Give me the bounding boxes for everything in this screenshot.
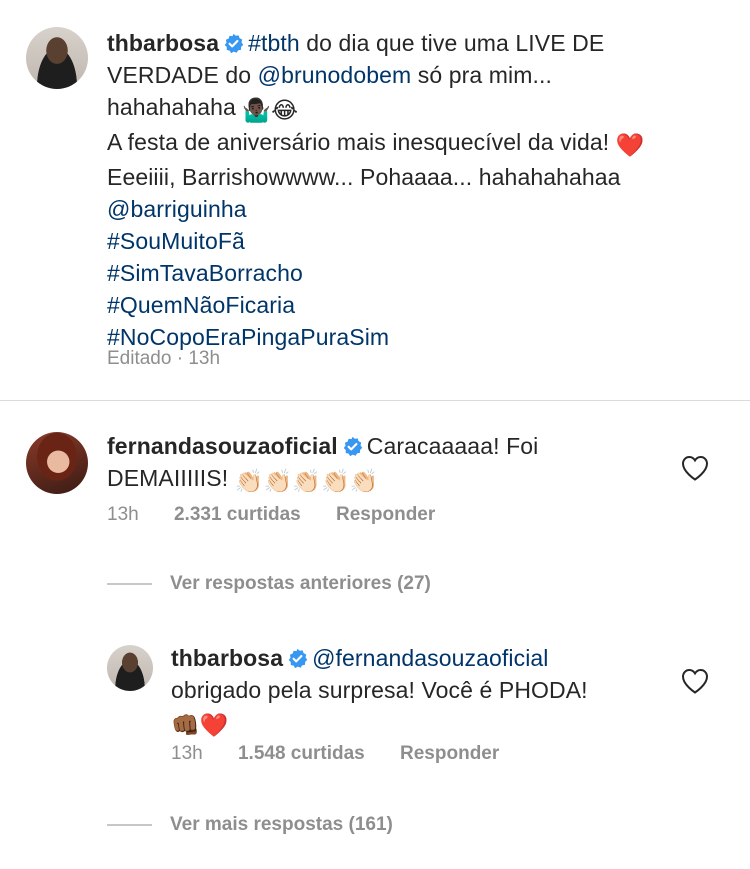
comment-text: DEMAIIIIIS! xyxy=(107,465,229,491)
reply-like-heart-icon[interactable] xyxy=(681,668,709,694)
clapping-hands-emoji: 👏🏻👏🏻👏🏻👏🏻👏🏻 xyxy=(234,468,379,494)
more-replies-divider-line xyxy=(107,824,152,826)
replies-divider-line xyxy=(107,583,152,585)
view-more-replies-button[interactable]: Ver mais respostas (161) xyxy=(170,814,393,836)
reply-reply-button[interactable]: Responder xyxy=(400,743,499,764)
comment-meta: 13h 2.331 curtidas Responder xyxy=(107,504,465,526)
red-heart-emoji: ❤️ xyxy=(615,132,645,158)
reply-author-avatar[interactable] xyxy=(107,645,153,691)
caption-text: Eeeiiii, Barrishowwww... Pohaaaa... haha… xyxy=(107,164,621,190)
verified-badge-icon xyxy=(288,648,308,669)
comment-author-avatar[interactable] xyxy=(26,432,88,494)
comment-body: fernandasouzaoficial Caracaaaaa! Foi DEMA… xyxy=(107,430,667,497)
caption-text: VERDADE do xyxy=(107,62,258,88)
reply-likes[interactable]: 1.548 curtidas xyxy=(238,743,365,764)
reply-time: 13h xyxy=(171,743,203,764)
caption-text: A festa de aniversário mais inesquecível… xyxy=(107,129,610,155)
hashtag-quemnaoficaria[interactable]: #QuemNãoFicaria xyxy=(107,292,295,318)
caption-line-5: Eeeiiii, Barrishowwww... Pohaaaa... haha… xyxy=(107,161,727,193)
hashtag-nocopoerapingapurasim[interactable]: #NoCopoEraPingaPuraSim xyxy=(107,324,389,350)
post-username[interactable]: thbarbosa xyxy=(107,30,219,56)
reply-body: thbarbosa @fernandasouzaoficial obrigado … xyxy=(171,642,671,741)
hashtag-simtavaborracho[interactable]: #SimTavaBorracho xyxy=(107,260,303,286)
verified-badge-icon xyxy=(343,436,362,457)
mention-brunodobem[interactable]: @brunodobem xyxy=(258,62,412,88)
caption-divider xyxy=(0,400,750,401)
caption-text: do dia que tive uma LIVE DE xyxy=(299,30,605,56)
reply-meta: 13h 1.548 curtidas Responder xyxy=(171,743,529,765)
comment-username[interactable]: fernandasouzaoficial xyxy=(107,433,338,459)
caption-text: hahahahaha xyxy=(107,94,236,120)
reply-username[interactable]: thbarbosa xyxy=(171,645,283,671)
hashtag-tbth[interactable]: #tbth xyxy=(248,30,300,56)
post-author-avatar[interactable] xyxy=(26,27,88,89)
caption-line-2: VERDADE do @brunodobem só pra mim... xyxy=(107,59,727,91)
caption-text: só pra mim... xyxy=(411,62,552,88)
post-edited-label: Editado · 13h xyxy=(107,348,221,369)
fist-heart-emoji: 👊🏾❤️ xyxy=(171,712,229,738)
post-caption: thbarbosa #tbth do dia que tive uma LIVE … xyxy=(107,27,727,353)
comment-likes[interactable]: 2.331 curtidas xyxy=(174,504,301,525)
caption-line-4: A festa de aniversário mais inesquecível… xyxy=(107,126,727,161)
verified-badge-icon xyxy=(224,33,244,54)
shrug-laugh-emoji: 🤷🏿‍♂️😂 xyxy=(242,97,299,123)
reply-button[interactable]: Responder xyxy=(336,504,435,525)
caption-line-1: thbarbosa #tbth do dia que tive uma LIVE … xyxy=(107,27,727,59)
hashtag-soumuitofa[interactable]: #SouMuitoFã xyxy=(107,228,245,254)
mention-barriguinha[interactable]: @barriguinha xyxy=(107,196,247,222)
reply-text: obrigado pela surpresa! Você é PHODA! xyxy=(171,677,588,703)
caption-line-6: @barriguinha xyxy=(107,193,727,225)
like-heart-icon[interactable] xyxy=(681,455,709,481)
mention-fernandasouzaoficial[interactable]: @fernandasouzaoficial xyxy=(312,645,548,671)
comment-text: Caracaaaaa! Foi xyxy=(366,433,539,459)
comment-time: 13h xyxy=(107,504,139,525)
view-previous-replies-button[interactable]: Ver respostas anteriores (27) xyxy=(170,573,431,595)
caption-line-3: hahahahaha 🤷🏿‍♂️😂 xyxy=(107,91,727,126)
